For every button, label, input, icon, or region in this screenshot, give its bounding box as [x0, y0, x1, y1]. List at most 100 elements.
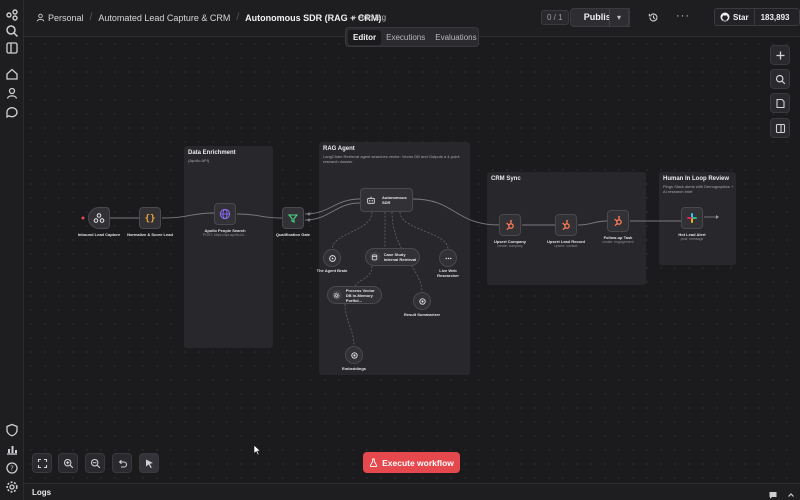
hubspot-icon — [614, 215, 622, 227]
webhook-icon — [93, 213, 105, 223]
breadcrumb: Personal / Automated Lead Capture & CRM … — [36, 12, 381, 23]
undo-icon — [118, 459, 127, 468]
zoom-out-icon — [90, 458, 100, 468]
star-label: Star — [733, 12, 749, 22]
note-icon — [775, 98, 785, 108]
version-counter: 0 / 1 — [541, 10, 569, 25]
flask-icon — [369, 458, 378, 467]
node-label: Result Summarizer — [403, 312, 441, 317]
filter-icon — [287, 214, 299, 223]
node-embeddings[interactable] — [345, 346, 363, 364]
node-inbound-lead-capture[interactable] — [88, 207, 110, 229]
chevron-down-icon[interactable]: ▾ — [609, 8, 629, 27]
node-hot-lead-alert[interactable] — [681, 207, 703, 229]
tab-executions[interactable]: Executions — [381, 30, 430, 45]
logs-label: Logs — [32, 488, 52, 497]
tab-editor[interactable]: Editor — [348, 29, 382, 45]
github-star-button[interactable]: Star 183,893 — [714, 8, 800, 26]
node-label: Normalize & Score Lead — [127, 232, 173, 237]
help-icon[interactable]: ? — [5, 461, 19, 475]
history-icon[interactable] — [648, 12, 659, 23]
node-sublabel: POST: https://api.apollo.io/... — [202, 233, 248, 237]
sticky-title: Human In Loop Review — [663, 176, 730, 182]
breadcrumb-separator: / — [89, 12, 93, 23]
gear-icon — [334, 292, 340, 298]
add-sticky-button[interactable] — [770, 93, 790, 113]
node-sublabel: create: company — [497, 244, 523, 248]
svg-text:{}: {} — [145, 214, 156, 224]
node-case-study-retrieval[interactable]: Case Study Internal Retrieval — [365, 248, 420, 266]
more-options-icon[interactable]: ··· — [676, 10, 690, 22]
summarize-icon — [418, 297, 426, 305]
node-result-summarizer[interactable] — [413, 292, 431, 310]
user-icon — [36, 13, 45, 22]
breadcrumb-personal[interactable]: Personal — [48, 13, 84, 23]
globe-icon — [219, 208, 231, 220]
shield-icon[interactable] — [5, 423, 19, 437]
search-icon[interactable] — [5, 24, 19, 38]
sticky-note-data-enrichment[interactable]: Data Enrichment (Apollo API) — [184, 146, 273, 348]
node-live-web-researcher[interactable] — [439, 249, 457, 267]
node-follow-up-task[interactable] — [607, 210, 629, 232]
zoom-in-button[interactable] — [58, 453, 78, 473]
node-label: Qualification Gate — [275, 232, 311, 237]
breadcrumb-folder[interactable]: Automated Lead Capture & CRM — [98, 13, 230, 23]
fit-view-icon — [37, 458, 47, 468]
settings-icon[interactable] — [5, 480, 19, 494]
fit-view-button[interactable] — [32, 453, 52, 473]
node-sublabel: upsert: contact — [554, 244, 578, 248]
search-nodes-button[interactable] — [770, 69, 790, 89]
node-label: Process Vector DB In-Memory Portfol... — [345, 287, 375, 303]
chevron-up-icon[interactable] — [786, 487, 796, 497]
node-qualification-gate[interactable] — [282, 207, 304, 229]
sticky-text: (Apollo API) — [188, 158, 210, 163]
sticky-title: CRM Sync — [491, 176, 521, 182]
chart-icon[interactable] — [5, 442, 19, 456]
sticky-title: RAG Agent — [323, 146, 355, 152]
sticky-text: LangChain Retrieval agent searches vecto… — [323, 154, 460, 164]
mouse-cursor-icon — [253, 444, 262, 456]
zoom-out-button[interactable] — [85, 453, 105, 473]
node-label: Case Study Internal Retrieval — [383, 252, 417, 262]
node-sublabel: post: message — [680, 237, 704, 241]
breadcrumb-separator: / — [236, 12, 240, 23]
node-agent-brain[interactable] — [323, 249, 341, 267]
node-apollo-people-search[interactable] — [214, 203, 236, 225]
chat-icon[interactable] — [5, 105, 19, 119]
embeddings-icon — [350, 351, 358, 359]
plus-icon — [776, 51, 784, 59]
execute-workflow-button[interactable]: Execute workflow — [363, 452, 460, 473]
cursor-icon — [145, 459, 153, 468]
code-icon: {} — [145, 214, 156, 224]
node-label: Autonomous SDR — [382, 195, 407, 205]
node-upsert-lead-record[interactable] — [555, 214, 577, 236]
node-normalize-score[interactable]: {} — [139, 207, 161, 229]
tab-evaluations[interactable]: Evaluations — [430, 30, 481, 45]
node-vector-db[interactable]: Process Vector DB In-Memory Portfol... — [327, 286, 382, 304]
node-upsert-company[interactable] — [499, 214, 521, 236]
chat-bubble-icon[interactable] — [768, 487, 778, 499]
zoom-in-icon — [63, 458, 73, 468]
node-autonomous-sdr[interactable]: Autonomous SDR — [360, 188, 413, 212]
left-sidebar: ? — [0, 0, 24, 500]
hubspot-icon — [562, 219, 570, 231]
database-icon — [372, 254, 378, 260]
add-tag-button[interactable]: + Add tag — [352, 13, 386, 22]
slack-icon — [687, 213, 697, 223]
n8n-logo-icon[interactable] — [5, 8, 19, 22]
add-node-button[interactable] — [770, 45, 790, 65]
toggle-panel-button[interactable] — [770, 118, 790, 138]
panel-icon — [775, 123, 785, 133]
node-sublabel: create: engagement — [602, 240, 634, 244]
panel-icon[interactable] — [5, 41, 19, 55]
svg-text:?: ? — [10, 465, 14, 473]
more-icon — [445, 257, 451, 259]
home-icon[interactable] — [5, 67, 19, 81]
node-label: Live Web Researcher — [437, 268, 459, 278]
cursor-mode-button[interactable] — [139, 453, 159, 473]
undo-button[interactable] — [112, 453, 132, 473]
logs-panel[interactable]: Logs — [24, 483, 800, 500]
user-icon[interactable] — [5, 86, 19, 100]
github-icon — [720, 12, 730, 22]
execute-workflow-label: Execute workflow — [382, 457, 454, 468]
